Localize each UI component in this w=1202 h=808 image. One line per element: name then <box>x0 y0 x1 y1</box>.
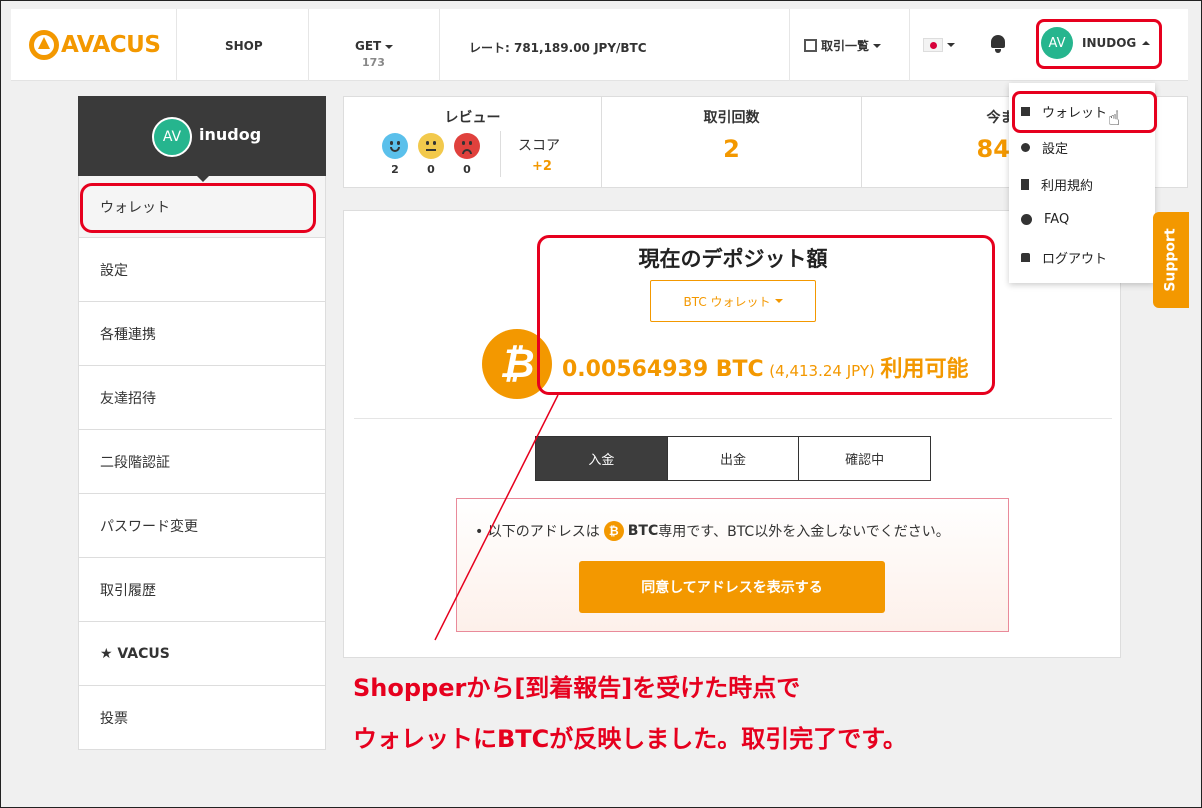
screenshot-frame: AVACUS SHOP GET 173 レート: 781,189.00 JPY/… <box>0 0 1202 808</box>
annotation-line-1: Shopperから[到着報告]を受けた時点で <box>353 674 801 702</box>
annotation-line-2: ウォレットにBTCが反映しました。取引完了です。 <box>353 725 907 753</box>
